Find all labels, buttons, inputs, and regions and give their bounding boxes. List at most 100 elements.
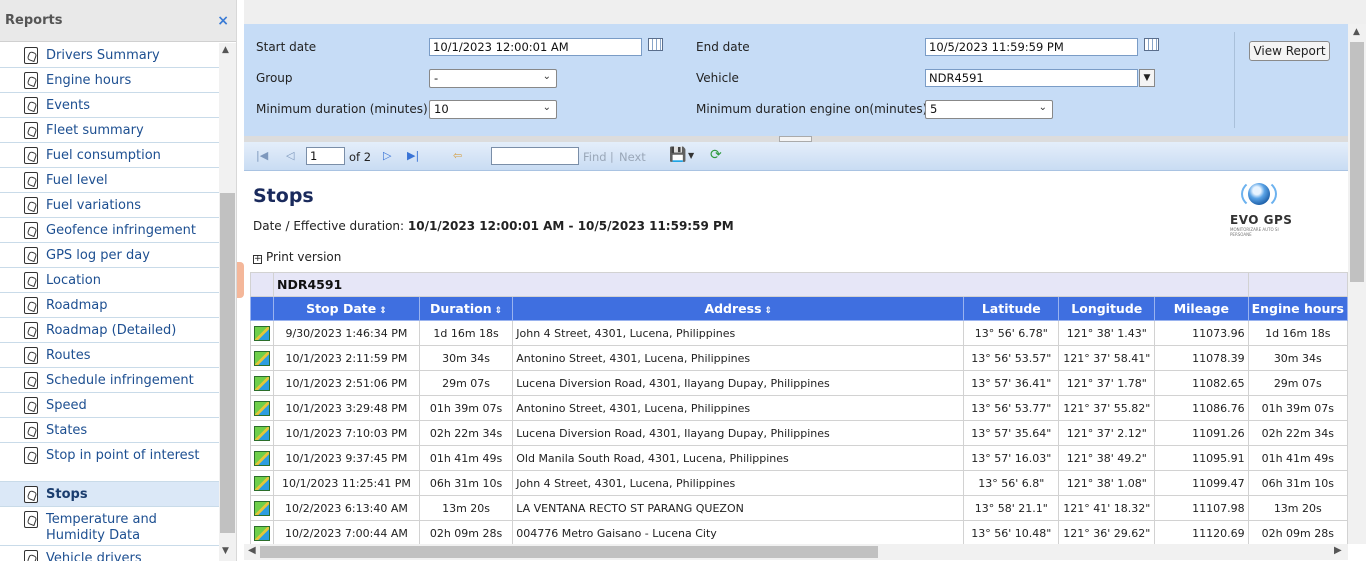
export-save-icon[interactable]: 💾 bbox=[669, 147, 686, 163]
refresh-icon[interactable]: ⟳ bbox=[710, 147, 722, 163]
calendar-icon[interactable] bbox=[1144, 38, 1159, 51]
sidebar-item-speed[interactable]: Speed bbox=[0, 393, 219, 418]
sidebar-item-label: Geofence infringement bbox=[46, 223, 196, 238]
horizontal-scroll-thumb[interactable] bbox=[260, 546, 878, 558]
map-icon[interactable] bbox=[254, 450, 270, 466]
sidebar-scrollbar[interactable]: ▲ ▼ bbox=[219, 43, 236, 561]
map-icon[interactable] bbox=[254, 350, 270, 366]
cell-date: 9/30/2023 1:46:34 PM bbox=[273, 320, 420, 346]
sidebar-item-routes[interactable]: Routes bbox=[0, 343, 219, 368]
sidebar-scroll-thumb[interactable] bbox=[220, 193, 235, 533]
pdf-report-icon bbox=[24, 297, 38, 314]
sidebar-item-schedule-infringement[interactable]: Schedule infringement bbox=[0, 368, 219, 393]
sidebar-item-fleet-summary[interactable]: Fleet summary bbox=[0, 118, 219, 143]
next-link[interactable]: Next bbox=[619, 150, 646, 164]
map-icon[interactable] bbox=[254, 475, 270, 491]
vehicle-dropdown-button[interactable]: ▼ bbox=[1139, 69, 1155, 87]
group-select[interactable]: - ⌄ bbox=[429, 69, 557, 88]
sidebar-item-roadmap[interactable]: Roadmap bbox=[0, 293, 219, 318]
start-date-input[interactable]: 10/1/2023 12:00:01 AM bbox=[429, 38, 642, 56]
cell-lon: 121° 38' 49.2" bbox=[1058, 445, 1156, 471]
first-page-icon[interactable]: |◀ bbox=[256, 149, 268, 162]
sidebar-item-states[interactable]: States bbox=[0, 418, 219, 443]
pdf-report-icon bbox=[24, 447, 38, 464]
sidebar-item-stops[interactable]: Stops bbox=[0, 482, 219, 507]
sort-icon[interactable]: ⇕ bbox=[495, 306, 503, 316]
column-header-duration[interactable]: Duration ⇕ bbox=[418, 296, 514, 321]
map-icon[interactable] bbox=[254, 425, 270, 441]
sidebar-item-fuel-level[interactable]: Fuel level bbox=[0, 168, 219, 193]
cell-address: Lucena Diversion Road, 4301, Ilayang Dup… bbox=[512, 370, 965, 396]
cell-address: Old Manila South Road, 4301, Lucena, Phi… bbox=[512, 445, 965, 471]
sidebar-item-label: Roadmap (Detailed) bbox=[46, 323, 177, 338]
expand-icon[interactable]: + bbox=[253, 255, 262, 264]
map-icon[interactable] bbox=[254, 325, 270, 341]
sidebar-item-drivers-summary[interactable]: Drivers Summary bbox=[0, 43, 219, 68]
cell-date: 10/1/2023 11:25:41 PM bbox=[273, 470, 420, 496]
report-horizontal-scrollbar[interactable]: ◀ ▶ bbox=[244, 544, 1348, 560]
table-row: 10/1/2023 2:11:59 PM 30m 34s Antonino Stre… bbox=[250, 345, 1348, 371]
sidebar-item-geofence-infringement[interactable]: Geofence infringement bbox=[0, 218, 219, 243]
last-page-icon[interactable]: ▶| bbox=[407, 149, 419, 162]
cell-lat: 13° 56' 10.48" bbox=[963, 520, 1060, 544]
sort-icon[interactable]: ⇕ bbox=[379, 306, 387, 316]
close-icon[interactable]: × bbox=[217, 13, 229, 29]
sidebar-item-temperature-and-humidity-data[interactable]: Temperature and Humidity Data bbox=[0, 507, 219, 546]
calendar-icon[interactable] bbox=[648, 38, 663, 51]
pdf-report-icon bbox=[24, 272, 38, 289]
sidebar-item-label: Drivers Summary bbox=[46, 48, 160, 63]
report-list: Drivers Summary Engine hours Events Fleet s… bbox=[0, 43, 219, 561]
sidebar-item-stop-in-point-of-interest[interactable]: Stop in point of interest bbox=[0, 443, 219, 482]
next-page-icon[interactable]: ▷ bbox=[383, 149, 391, 162]
end-date-input[interactable]: 10/5/2023 11:59:59 PM bbox=[925, 38, 1138, 56]
print-version-toggle[interactable]: + Print version bbox=[253, 250, 341, 264]
pdf-report-icon bbox=[24, 47, 38, 64]
previous-page-icon[interactable]: ◁ bbox=[286, 149, 294, 162]
column-header-stop-date[interactable]: Stop Date ⇕ bbox=[273, 296, 420, 321]
scroll-right-icon[interactable]: ▶ bbox=[1334, 545, 1342, 556]
sidebar-item-engine-hours[interactable]: Engine hours bbox=[0, 68, 219, 93]
map-icon[interactable] bbox=[254, 500, 270, 516]
map-icon[interactable] bbox=[254, 525, 270, 541]
sidebar-item-location[interactable]: Location bbox=[0, 268, 219, 293]
date-range: 10/1/2023 12:00:01 AM - 10/5/2023 11:59:… bbox=[407, 219, 734, 233]
map-icon[interactable] bbox=[254, 400, 270, 416]
sidebar-item-label: Location bbox=[46, 273, 101, 288]
view-report-button[interactable]: View Report bbox=[1249, 41, 1330, 61]
report-vertical-scrollbar[interactable]: ▲ bbox=[1348, 24, 1366, 544]
min-duration-select[interactable]: 10 ⌄ bbox=[429, 100, 557, 119]
sidebar-item-fuel-consumption[interactable]: Fuel consumption bbox=[0, 143, 219, 168]
collapse-sidebar-handle[interactable] bbox=[237, 262, 244, 298]
group-select-value: - bbox=[434, 71, 439, 85]
table-row: 10/2/2023 6:13:40 AM 13m 20s LA VENTANA RE… bbox=[250, 495, 1348, 521]
column-header-address[interactable]: Address ⇕ bbox=[512, 296, 965, 321]
min-engine-select[interactable]: 5 ⌄ bbox=[925, 100, 1053, 119]
back-icon[interactable]: ⇦ bbox=[453, 149, 462, 162]
pdf-report-icon bbox=[24, 147, 38, 164]
vehicle-input[interactable]: NDR4591 bbox=[925, 69, 1138, 87]
sidebar-item-events[interactable]: Events bbox=[0, 93, 219, 118]
find-input[interactable] bbox=[491, 147, 579, 165]
sidebar-header: Reports × bbox=[0, 0, 236, 42]
scroll-up-icon[interactable]: ▲ bbox=[1353, 27, 1360, 37]
map-cell bbox=[250, 320, 274, 346]
map-cell bbox=[250, 520, 274, 544]
sidebar-item-label: Speed bbox=[46, 398, 87, 413]
scroll-up-icon[interactable]: ▲ bbox=[222, 45, 229, 55]
table-row: 10/1/2023 9:37:45 PM 01h 41m 49s Old Manil… bbox=[250, 445, 1348, 471]
logo-text: EVO GPS bbox=[1230, 213, 1293, 227]
sidebar-item-gps-log-per-day[interactable]: GPS log per day bbox=[0, 243, 219, 268]
vertical-scroll-thumb[interactable] bbox=[1350, 42, 1364, 282]
page-number-input[interactable]: 1 bbox=[306, 147, 345, 165]
map-icon[interactable] bbox=[254, 375, 270, 391]
sort-icon[interactable]: ⇕ bbox=[765, 306, 773, 316]
sidebar-item-vehicle-drivers[interactable]: Vehicle drivers bbox=[0, 546, 219, 561]
find-link[interactable]: Find bbox=[583, 150, 607, 164]
scroll-left-icon[interactable]: ◀ bbox=[248, 545, 256, 556]
sidebar-item-roadmap-detailed[interactable]: Roadmap (Detailed) bbox=[0, 318, 219, 343]
map-cell bbox=[250, 495, 274, 521]
scroll-down-icon[interactable]: ▼ bbox=[222, 546, 229, 556]
sidebar-item-fuel-variations[interactable]: Fuel variations bbox=[0, 193, 219, 218]
logo-globe bbox=[1248, 183, 1270, 205]
chevron-down-icon[interactable]: ▼ bbox=[688, 151, 694, 160]
